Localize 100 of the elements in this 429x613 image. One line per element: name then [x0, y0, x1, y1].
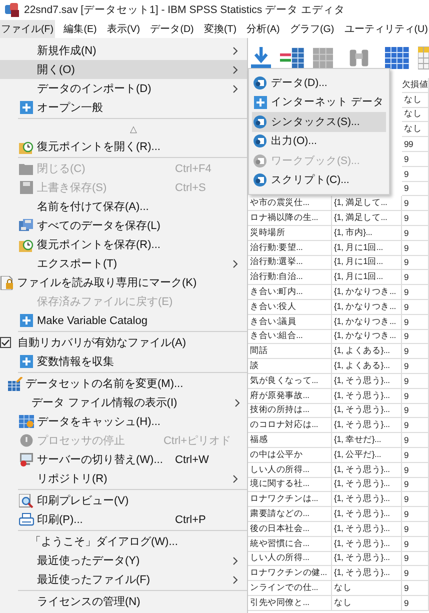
table-cell: 9 — [402, 166, 429, 182]
document-circle-icon — [253, 76, 267, 90]
menu-item[interactable]: データ ファイル情報の表示(I) — [0, 393, 247, 412]
table-cell: 9 — [402, 330, 429, 344]
table-cell: 9 — [402, 536, 429, 552]
menu-item[interactable]: 「ようこそ」ダイアログ(W)... — [0, 532, 247, 551]
menu-item[interactable]: 新規作成(N) — [0, 41, 247, 60]
menu-bar-item[interactable]: 変換(T) — [203, 20, 238, 38]
expand-arrow[interactable]: △ — [130, 124, 137, 134]
menu-item[interactable]: スクリプト(C)... — [252, 170, 386, 190]
table-cell: 9 — [402, 404, 429, 418]
menu-item[interactable]: 変数情報を収集 — [0, 352, 247, 371]
table-cell: 9 — [402, 256, 429, 270]
document-circle-icon — [253, 114, 267, 129]
menu-item[interactable]: サーバーの切り替え(W)... Ctrl+W — [0, 450, 247, 469]
table-cell: {1, そう思う}... — [332, 418, 402, 434]
table-cell: 9 — [402, 388, 429, 404]
menu-item[interactable]: 自動リカバリが有効なファイル(A) — [0, 333, 247, 352]
menu-bar-item[interactable]: 分析(A) — [246, 20, 281, 38]
menu-item[interactable]: 最近使ったデータ(Y) — [0, 551, 247, 570]
document-circle-icon — [253, 154, 267, 168]
menu-bar-item[interactable]: ユーティリティ(U) — [343, 20, 429, 38]
document-circle-icon — [253, 173, 267, 188]
menu-item[interactable]: 出力(O)... — [252, 132, 386, 151]
menu-item[interactable]: データのインポート(D) — [0, 79, 247, 98]
table-cell: {1, そう思う}... — [332, 404, 402, 418]
table-cell: 9 — [402, 581, 429, 596]
app-icon — [5, 3, 19, 17]
table-cell: 9 — [402, 314, 429, 330]
table-cell: {1, そう思う}... — [332, 522, 402, 537]
table-cell: 9 — [402, 196, 429, 212]
menu-item[interactable]: Make Variable Catalog — [0, 311, 247, 330]
table-cell: {1, そう思う}... — [332, 507, 402, 522]
menu-item[interactable]: データセットの名前を変更(M)... — [0, 374, 247, 393]
shortcut-label: Ctrl+S — [175, 182, 207, 194]
menu-item[interactable]: 印刷(P)... Ctrl+P — [0, 510, 247, 529]
table-cell: なし — [402, 92, 429, 108]
table-cell: 9 — [402, 433, 429, 448]
table-cell: 9 — [402, 211, 429, 226]
table-cell: 9 — [402, 285, 429, 300]
menu-item[interactable]: データ(D)... — [252, 73, 386, 92]
menu-item[interactable]: 最近使ったファイル(F) — [0, 570, 247, 589]
column-header[interactable]: 欠損値 — [402, 78, 429, 93]
menu-bar-item[interactable]: 表示(V) — [106, 20, 142, 38]
menu-item[interactable]: データをキャッシュ(H)... — [0, 412, 247, 431]
table-pencil-icon — [8, 376, 22, 390]
menu-item[interactable]: ファイルを読み取り専用にマーク(K) — [0, 273, 247, 292]
download-icon[interactable] — [251, 46, 272, 70]
magnifier-icon — [18, 494, 34, 508]
table-cell: 9 — [402, 596, 429, 611]
table-cell: {1, 市内}... — [332, 226, 402, 241]
table-cell: {1, 公平だ}... — [332, 448, 402, 463]
menu-bar-item[interactable]: 編集(E) — [62, 20, 98, 38]
grid-icon — [18, 415, 34, 428]
table-cell: 9 — [402, 182, 429, 196]
table-cell: 9 — [402, 152, 429, 167]
table-icon[interactable] — [313, 47, 334, 69]
menu-item[interactable]: ライセンスの管理(N) — [0, 592, 247, 611]
table-cell: {1, そう思う}... — [332, 566, 402, 582]
table-cell: 9 — [402, 270, 429, 286]
menu-item[interactable]: シンタックス(S)... — [252, 112, 386, 132]
table-cell: {1, かなりつき... — [332, 285, 402, 300]
table-cell: {1, よくある}... — [332, 344, 402, 360]
table-cell: {1, かなりつき... — [332, 314, 402, 330]
table-icon[interactable] — [418, 46, 429, 70]
table-cell: 9 — [402, 374, 429, 389]
table-cell: {1, 月に1回... — [332, 270, 402, 286]
shortcut-label: Ctrl+W — [175, 454, 210, 466]
menu-item[interactable]: オープン一般 — [0, 98, 247, 117]
menu-item[interactable]: すべてのデータを保存(L) — [0, 216, 247, 235]
menu-item[interactable]: 印刷プレビュー(V) — [0, 491, 247, 510]
menu-bar-item[interactable]: グラフ(G) — [288, 20, 336, 38]
table-cell: {1, そう思う}... — [332, 462, 402, 478]
table-cell: 9 — [402, 462, 429, 478]
document-circle-icon — [253, 134, 267, 148]
table-cell: 9 — [402, 359, 429, 374]
binoculars-icon[interactable] — [348, 47, 370, 69]
menu-item[interactable]: 名前を付けて保存(A)... — [0, 197, 247, 216]
plus-icon — [20, 355, 32, 368]
plus-icon — [20, 314, 32, 327]
menu-item[interactable]: 復元ポイントを保存(R)... — [0, 235, 247, 254]
menu-bar-item[interactable]: データ(D) — [149, 20, 195, 38]
menu-item[interactable]: エクスポート(T) — [0, 254, 247, 273]
table-cell: {1, そう思う}... — [332, 536, 402, 552]
menu-item[interactable]: リポジトリ(R) — [0, 469, 247, 488]
menu-item[interactable]: 復元ポイントを開く(R)... — [0, 137, 247, 156]
table-cell: {1, 満足して... — [332, 211, 402, 226]
menu-item[interactable]: インターネット データ — [252, 92, 386, 112]
table-cell: {1, かなりつき... — [332, 300, 402, 315]
table-cell: 9 — [402, 507, 429, 522]
window-title: 22snd7.sav [データセット1] - IBM SPSS Statistics データ エディタ — [24, 3, 345, 17]
shortcut-label: Ctrl+F4 — [175, 162, 212, 174]
table-cell: なし — [332, 596, 402, 611]
variable-list-icon[interactable] — [280, 47, 304, 69]
table-cell: {1, 月に1回... — [332, 240, 402, 256]
table-cell: {1, そう思う}... — [332, 552, 402, 566]
menu-bar-item[interactable]: ファイル(F) — [0, 20, 55, 38]
table-cell: {1, そう思う}... — [332, 388, 402, 404]
table-cell: なし — [332, 581, 402, 596]
menu-item[interactable]: 開く(O) — [0, 60, 247, 79]
